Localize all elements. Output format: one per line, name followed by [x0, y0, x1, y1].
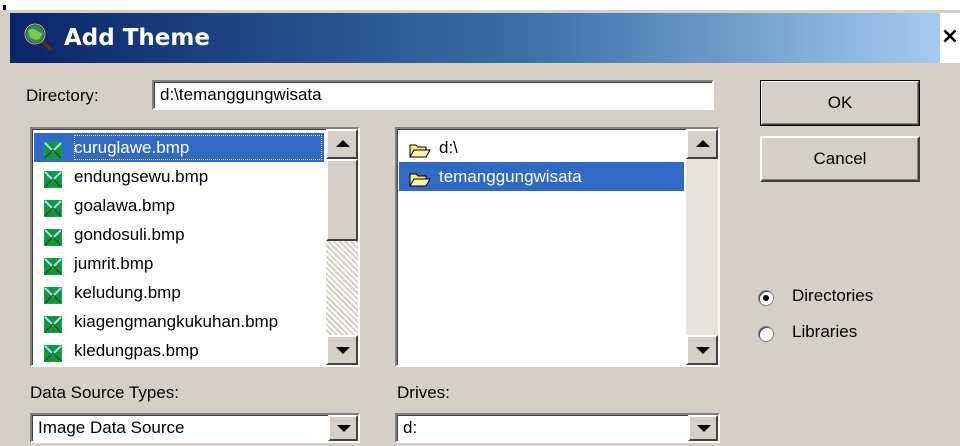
arrow-up-icon: [336, 140, 350, 147]
scroll-thumb[interactable]: [326, 159, 358, 241]
scroll-down-button[interactable]: [326, 335, 358, 365]
list-item[interactable]: jumrit.bmp: [34, 249, 324, 278]
chevron-down-icon: [697, 425, 711, 432]
file-name: endungsewu.bmp: [74, 167, 209, 186]
file-name: gondosuli.bmp: [74, 225, 185, 244]
directory-item[interactable]: temanggungwisata: [399, 162, 684, 191]
close-button[interactable]: ×: [940, 13, 960, 63]
list-item[interactable]: goalawa.bmp: [34, 191, 324, 220]
cancel-button[interactable]: Cancel: [760, 136, 920, 182]
file-list[interactable]: curuglawe.bmp endungsewu.bmp goalawa.bmp go…: [30, 127, 360, 367]
radio-label-libraries: Libraries: [792, 322, 858, 341]
radio-dot: [763, 295, 769, 301]
directory-label: Directory:: [26, 86, 99, 105]
top-strip: [0, 0, 960, 15]
directory-list[interactable]: d:\ temanggungwisata: [395, 127, 720, 367]
file-name: jumrit.bmp: [74, 254, 154, 273]
file-name: kiagengmangkukuhan.bmp: [74, 312, 279, 331]
dropdown-button[interactable]: [688, 415, 718, 441]
scroll-up-button[interactable]: [686, 129, 718, 159]
list-item[interactable]: gondosuli.bmp: [34, 220, 324, 249]
data-source-types-label: Data Source Types:: [30, 383, 179, 402]
list-item[interactable]: endungsewu.bmp: [34, 162, 324, 191]
file-list-scrollbar[interactable]: [326, 129, 358, 365]
list-item[interactable]: curuglawe.bmp: [34, 133, 324, 162]
magnifier-globe-icon: [22, 21, 54, 53]
data-source-types-select[interactable]: Image Data Source: [30, 413, 360, 443]
radio-button[interactable]: [758, 290, 774, 306]
dropdown-button[interactable]: [328, 415, 358, 441]
file-name: goalawa.bmp: [74, 196, 176, 215]
list-item[interactable]: kiagengmangkukuhan.bmp: [34, 307, 324, 336]
drives-label: Drives:: [397, 383, 450, 402]
drives-select[interactable]: d:: [395, 413, 720, 443]
list-item[interactable]: kledungpas.bmp: [34, 336, 324, 365]
arrow-up-icon: [696, 140, 710, 147]
scroll-down-button[interactable]: [686, 335, 718, 365]
title-bar[interactable]: Add Theme: [10, 13, 940, 63]
radio-label-directories: Directories: [792, 286, 874, 305]
list-item[interactable]: keludung.bmp: [34, 278, 324, 307]
drives-value: d:: [403, 418, 418, 437]
chevron-down-icon: [337, 425, 351, 432]
open-folder-icon: [409, 168, 431, 197]
directory-field[interactable]: d:\temanggungwisata: [152, 80, 714, 110]
data-source-types-value: Image Data Source: [38, 418, 185, 437]
scroll-up-button[interactable]: [326, 129, 358, 159]
image-file-icon: [44, 342, 62, 365]
arrow-down-icon: [336, 347, 350, 354]
file-name: keludung.bmp: [74, 283, 181, 302]
file-name: curuglawe.bmp: [74, 138, 190, 157]
dialog-title: Add Theme: [64, 25, 210, 51]
directory-list-scrollbar[interactable]: [686, 129, 718, 365]
directory-name: temanggungwisata: [439, 167, 582, 186]
file-list-rows: curuglawe.bmp endungsewu.bmp goalawa.bmp go…: [34, 133, 324, 365]
arrow-down-icon: [696, 347, 710, 354]
ok-button[interactable]: OK: [760, 80, 920, 126]
file-name: kledungpas.bmp: [74, 341, 199, 360]
radio-button[interactable]: [758, 326, 774, 342]
directory-item[interactable]: d:\: [399, 133, 684, 162]
directory-name: d:\: [439, 138, 458, 157]
directory-list-rows: d:\ temanggungwisata: [399, 133, 684, 191]
